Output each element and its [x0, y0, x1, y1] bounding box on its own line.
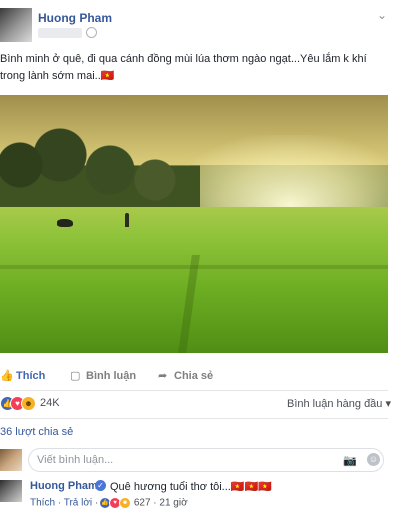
like-button[interactable]: 👍 Thích — [0, 369, 45, 382]
comment-placeholder: Viết bình luận... — [37, 454, 114, 466]
comment-reply-link[interactable]: Trả lời — [64, 498, 92, 509]
share-label: Chia sẻ — [174, 370, 214, 382]
comment-reaction-count[interactable]: 627 — [134, 498, 151, 509]
comment-icon: ▢ — [70, 370, 81, 382]
like-label: Thích — [16, 370, 46, 382]
author-avatar[interactable] — [0, 8, 32, 42]
photo-buffalo — [57, 219, 73, 227]
post-actions: 👍 Thích ▢ Bình luận ➦ Chia sẻ — [0, 360, 400, 390]
camera-icon[interactable]: 📷 — [343, 454, 357, 467]
share-count-link[interactable]: 36 lượt chia sẻ — [0, 426, 73, 438]
comment-label: Bình luận — [86, 370, 137, 382]
post-author-name[interactable]: Huong Pham — [38, 11, 112, 25]
photo-tree-line — [0, 125, 200, 215]
reactions-bar: 👍 ♥ ☻ 24K Bình luận hàng đầu ▾ — [0, 393, 400, 415]
post-photo[interactable] — [0, 95, 388, 353]
share-arrow-icon: ➦ — [158, 370, 168, 382]
comment-time[interactable]: 21 giờ — [159, 498, 187, 509]
reaction-count[interactable]: 24K — [40, 397, 60, 409]
photo-farmer — [125, 213, 129, 227]
haha-reaction-icon[interactable]: ☻ — [21, 396, 36, 411]
post-text: Bình minh ở quê, đi qua cánh đồng mùi lú… — [0, 53, 367, 82]
chevron-down-icon[interactable]: ⌄ — [377, 8, 387, 22]
globe-icon — [86, 27, 97, 38]
comment-sort-dropdown[interactable]: Bình luận hàng đầu ▾ — [287, 397, 391, 410]
comment-input[interactable]: Viết bình luận... 📷 ☺ — [28, 448, 384, 472]
haha-reaction-icon: ☻ — [119, 497, 132, 509]
comment-meta: Thích · Trả lời · 👍 ♥ ☻ 627 · 21 giờ — [30, 497, 188, 509]
comment-item: Huong Pham ✓ Quê hương tuổi thơ tôi...🇻🇳… — [0, 476, 400, 509]
post-timestamp-blurred — [38, 28, 82, 38]
comment-like-link[interactable]: Thích — [30, 498, 55, 509]
commenter-avatar[interactable] — [0, 480, 22, 502]
divider — [0, 390, 388, 391]
comment-composer: Viết bình luận... 📷 ☺ — [0, 446, 400, 474]
thumbs-up-icon: 👍 — [0, 370, 14, 382]
comment-text: Quê hương tuổi thơ tôi...🇻🇳🇻🇳🇻🇳 — [110, 481, 272, 493]
commenter-name[interactable]: Huong Pham — [30, 480, 98, 492]
divider — [0, 418, 388, 419]
smiley-icon[interactable]: ☺ — [367, 453, 380, 466]
post-header: Huong Pham ⌄ — [0, 0, 400, 50]
user-avatar — [0, 449, 22, 471]
verified-check-icon: ✓ — [95, 480, 106, 491]
comment-button[interactable]: ▢ Bình luận — [70, 369, 136, 382]
share-button[interactable]: ➦ Chia sẻ — [158, 369, 213, 382]
